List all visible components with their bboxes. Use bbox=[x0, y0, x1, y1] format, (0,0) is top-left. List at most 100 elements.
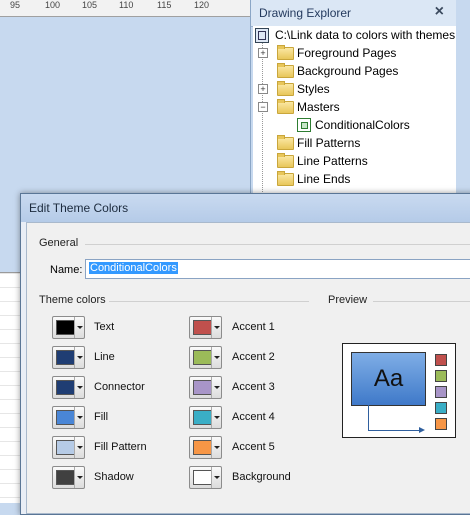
fill-pattern-color-label: Fill Pattern bbox=[94, 441, 147, 453]
drawing-explorer-panel: Drawing Explorer × C:\Link data to color… bbox=[250, 0, 456, 200]
fill-pattern-color-button[interactable] bbox=[52, 436, 85, 459]
chevron-down-icon bbox=[74, 347, 84, 368]
tree-root[interactable]: C:\Link data to colors with themes bbox=[253, 26, 456, 44]
dialog-body: General Name: ConditionalColors Theme co… bbox=[26, 222, 470, 514]
name-input[interactable]: ConditionalColors bbox=[85, 259, 470, 279]
shadow-color-label: Shadow bbox=[94, 471, 134, 483]
tree-item-line-patterns[interactable]: Line Patterns bbox=[253, 152, 456, 170]
accent-4-color-label: Accent 4 bbox=[232, 411, 275, 423]
ruler-tick: 95 bbox=[10, 0, 21, 10]
drawing-explorer-titlebar: Drawing Explorer × bbox=[251, 0, 456, 27]
tree-item-masters[interactable]: − Masters bbox=[253, 98, 456, 116]
line-color-label: Line bbox=[94, 351, 115, 363]
accent-2-color-label: Accent 2 bbox=[232, 351, 275, 363]
preview-shape: Aa bbox=[351, 352, 426, 406]
tree-item-label: Line Patterns bbox=[297, 154, 368, 168]
tree-item-label: Fill Patterns bbox=[297, 136, 361, 150]
color-swatch bbox=[193, 320, 212, 335]
accent-5-color-label: Accent 5 bbox=[232, 441, 275, 453]
accent-3-color-button[interactable] bbox=[189, 376, 222, 399]
folder-icon bbox=[277, 153, 294, 168]
document-icon bbox=[255, 28, 269, 43]
color-swatch bbox=[56, 440, 75, 455]
arrowhead-icon bbox=[419, 427, 425, 433]
fill-color-button[interactable] bbox=[52, 406, 85, 429]
text-color-button[interactable] bbox=[52, 316, 85, 339]
theme-colors-divider bbox=[109, 301, 309, 302]
chevron-down-icon bbox=[74, 407, 84, 428]
accent-3-chip bbox=[435, 386, 447, 398]
background-color-label: Background bbox=[232, 471, 291, 483]
tree-item-foreground-pages[interactable]: + Foreground Pages bbox=[253, 44, 456, 62]
folder-icon bbox=[277, 81, 294, 96]
line-color-button[interactable] bbox=[52, 346, 85, 369]
expand-icon[interactable]: + bbox=[258, 48, 268, 58]
general-divider bbox=[85, 244, 470, 245]
theme-preview: Aa bbox=[342, 343, 456, 438]
general-section-label: General bbox=[39, 237, 79, 249]
color-swatch bbox=[56, 380, 75, 395]
chevron-down-icon bbox=[211, 377, 221, 398]
color-swatch bbox=[193, 440, 212, 455]
tree-item-conditionalcolors[interactable]: ConditionalColors bbox=[253, 116, 456, 134]
horizontal-ruler: 95 100 105 110 115 120 bbox=[0, 0, 255, 17]
background-color-button[interactable] bbox=[189, 466, 222, 489]
accent-2-chip bbox=[435, 370, 447, 382]
ruler-tick: 115 bbox=[157, 0, 172, 10]
preview-divider bbox=[373, 301, 470, 302]
accent-5-color-button[interactable] bbox=[189, 436, 222, 459]
shadow-color-button[interactable] bbox=[52, 466, 85, 489]
accent-5-chip bbox=[435, 418, 447, 430]
chevron-down-icon bbox=[211, 467, 221, 488]
collapse-icon[interactable]: − bbox=[258, 102, 268, 112]
ruler-tick: 110 bbox=[119, 0, 134, 10]
tree-item-styles[interactable]: + Styles bbox=[253, 80, 456, 98]
preview-connector bbox=[368, 430, 420, 431]
chevron-down-icon bbox=[211, 437, 221, 458]
tree-item-background-pages[interactable]: Background Pages bbox=[253, 62, 456, 80]
ruler-tick: 105 bbox=[82, 0, 98, 10]
color-swatch bbox=[56, 470, 75, 485]
tree-item-label: ConditionalColors bbox=[315, 118, 410, 132]
tree-item-label: Line Ends bbox=[297, 172, 351, 186]
preview-section-label: Preview bbox=[328, 294, 368, 306]
chevron-down-icon bbox=[74, 317, 84, 338]
text-color-label: Text bbox=[94, 321, 115, 333]
tree-item-label: Background Pages bbox=[297, 64, 399, 78]
tree-item-fill-patterns[interactable]: Fill Patterns bbox=[253, 134, 456, 152]
chevron-down-icon bbox=[74, 467, 84, 488]
chevron-down-icon bbox=[211, 317, 221, 338]
color-swatch bbox=[193, 380, 212, 395]
accent-4-chip bbox=[435, 402, 447, 414]
color-swatch bbox=[56, 350, 75, 365]
name-input-value: ConditionalColors bbox=[89, 262, 178, 274]
ruler-tick: 120 bbox=[194, 0, 210, 10]
accent-4-color-button[interactable] bbox=[189, 406, 222, 429]
chevron-down-icon bbox=[211, 347, 221, 368]
color-swatch bbox=[193, 350, 212, 365]
color-swatch bbox=[193, 410, 212, 425]
folder-icon bbox=[277, 171, 294, 186]
accent-2-color-button[interactable] bbox=[189, 346, 222, 369]
accent-1-color-button[interactable] bbox=[189, 316, 222, 339]
name-label: Name: bbox=[50, 264, 83, 276]
connector-color-button[interactable] bbox=[52, 376, 85, 399]
drawing-page[interactable] bbox=[0, 272, 20, 503]
accent-3-color-label: Accent 3 bbox=[232, 381, 275, 393]
preview-text: Aa bbox=[373, 365, 404, 392]
folder-icon bbox=[277, 63, 294, 78]
folder-icon bbox=[277, 135, 294, 150]
close-icon[interactable]: × bbox=[435, 3, 444, 21]
expand-icon[interactable]: + bbox=[258, 84, 268, 94]
chevron-down-icon bbox=[211, 407, 221, 428]
preview-connector bbox=[368, 405, 369, 430]
dialog-titlebar[interactable]: Edit Theme Colors bbox=[21, 194, 470, 222]
chevron-down-icon bbox=[74, 377, 84, 398]
fill-color-label: Fill bbox=[94, 411, 109, 423]
ruler-tick: 100 bbox=[45, 0, 61, 10]
tree-item-line-ends[interactable]: Line Ends bbox=[253, 170, 456, 188]
tree-item-label: Foreground Pages bbox=[297, 46, 397, 60]
color-swatch bbox=[193, 470, 212, 485]
chevron-down-icon bbox=[74, 437, 84, 458]
accent-1-color-label: Accent 1 bbox=[232, 321, 275, 333]
